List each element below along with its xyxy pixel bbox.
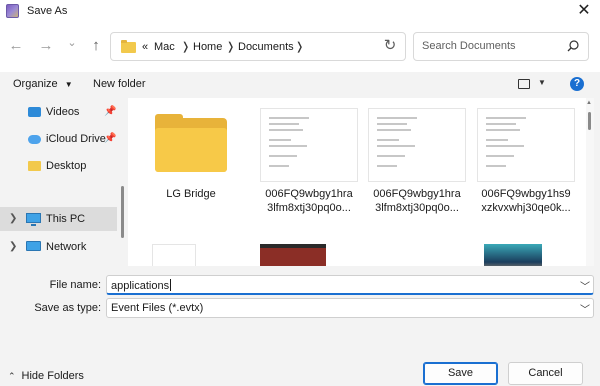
sidebar-item-label: Videos (46, 106, 80, 118)
computer-icon (26, 213, 41, 226)
navigation-pane: Videos 📌 iCloud Drive 📌 Desktop ❯ This P… (0, 98, 128, 266)
hide-folders-button[interactable]: ⌃ Hide Folders (8, 370, 84, 382)
search-input[interactable] (422, 40, 562, 52)
sidebar-item-network[interactable]: ❯ Network (0, 235, 117, 259)
chevron-up-icon: ⌃ (8, 371, 16, 381)
back-icon[interactable]: ← (6, 36, 26, 56)
sidebar-item-desktop[interactable]: Desktop (0, 154, 117, 178)
breadcrumb-home[interactable]: Home (193, 41, 222, 53)
save-as-type-value: Event Files (*.evtx) (111, 302, 204, 314)
breadcrumb-separator-icon[interactable]: ❭ (295, 40, 304, 53)
help-icon[interactable]: ? (570, 77, 584, 91)
scrollbar-thumb[interactable] (588, 112, 591, 130)
file-name: 006FQ9wbgy1hra 3lfm8xtj30pq0o... (373, 188, 461, 214)
dialog-footer: ⌃ Hide Folders Save Cancel (0, 320, 600, 386)
sidebar-item-label: iCloud Drive (46, 133, 106, 145)
breadcrumb-mac[interactable]: Mac (154, 41, 175, 53)
file-name-label: File name: (49, 279, 101, 291)
breadcrumb-overflow[interactable]: « (142, 41, 148, 53)
file-name-field[interactable]: applications ﹀ (106, 275, 594, 295)
view-options-icon[interactable] (518, 79, 530, 89)
chevron-down-icon[interactable]: ﹀ (580, 301, 590, 316)
breadcrumb-documents[interactable]: Documents (238, 41, 294, 53)
document-thumbnail (477, 108, 575, 182)
videos-icon (28, 107, 41, 117)
title-bar: Save As ✕ (0, 0, 600, 22)
file-name-value[interactable]: applications (111, 279, 172, 292)
document-thumbnail (260, 108, 358, 182)
refresh-icon[interactable]: ↻ (380, 36, 400, 56)
new-folder-button[interactable]: New folder (93, 78, 146, 90)
sidebar-item-icloud-drive[interactable]: iCloud Drive 📌 (0, 127, 117, 151)
document-thumbnail (368, 108, 466, 182)
recent-locations-icon[interactable]: ⌄ (62, 33, 82, 53)
save-form: File name: applications ﹀ Save as type: … (0, 266, 600, 320)
hide-folders-label: Hide Folders (21, 370, 84, 382)
save-as-type-label: Save as type: (34, 302, 101, 314)
save-button[interactable]: Save (423, 362, 498, 385)
cloud-icon (28, 135, 41, 144)
breadcrumb-separator-icon[interactable]: ❭ (181, 40, 190, 53)
pin-icon[interactable]: 📌 (104, 133, 116, 144)
search-box[interactable] (413, 32, 589, 61)
document-thumbnail[interactable] (152, 244, 196, 266)
chevron-down-icon: ▼ (64, 80, 73, 89)
network-icon (26, 241, 41, 251)
up-folder-icon[interactable]: ↑ (86, 36, 106, 56)
forward-icon[interactable]: → (36, 36, 56, 56)
image-thumbnail[interactable] (484, 244, 542, 266)
chevron-down-icon[interactable]: ﹀ (580, 278, 590, 293)
folder-icon (121, 40, 136, 53)
file-name: LG Bridge (166, 188, 216, 200)
expand-chevron-icon[interactable]: ❯ (9, 213, 17, 224)
file-name: 006FQ9wbgy1hra 3lfm8xtj30pq0o... (265, 188, 353, 214)
scroll-up-icon[interactable]: ▲ (586, 100, 592, 106)
organize-button[interactable]: Organize ▼ (13, 78, 73, 90)
sidebar-item-label: Desktop (46, 160, 87, 172)
cancel-button[interactable]: Cancel (508, 362, 583, 385)
navigation-bar: ← → ⌄ ↑ « Mac ❭ Home ❭ Documents ❭ ↻ (0, 22, 600, 72)
window-title: Save As (27, 5, 68, 17)
command-bar: Organize ▼ New folder (0, 72, 600, 98)
chevron-down-icon[interactable]: ▼ (538, 78, 546, 87)
address-bar[interactable]: « Mac ❭ Home ❭ Documents ❭ (110, 32, 406, 61)
save-as-type-select[interactable]: Event Files (*.evtx) ﹀ (106, 298, 594, 318)
sidebar-scrollbar[interactable] (121, 186, 124, 238)
close-icon[interactable]: ✕ (572, 1, 596, 21)
expand-chevron-icon[interactable]: ❯ (9, 241, 17, 252)
sidebar-item-label: This PC (46, 213, 86, 225)
organize-label: Organize (13, 78, 58, 90)
desktop-folder-icon (28, 161, 41, 171)
sidebar-item-this-pc[interactable]: ❯ This PC (0, 207, 117, 231)
pin-icon[interactable]: 📌 (104, 106, 116, 117)
sidebar-item-label: Network (46, 241, 87, 253)
folder-icon (155, 114, 227, 172)
breadcrumb-separator-icon[interactable]: ❭ (226, 40, 235, 53)
app-icon (6, 4, 19, 18)
file-list: LG Bridge 006FQ9wbgy1hra 3lfm8xtj30pq0o.… (128, 98, 590, 266)
search-icon[interactable] (566, 39, 580, 53)
sidebar-item-videos[interactable]: Videos 📌 (0, 100, 117, 124)
file-name: 006FQ9wbgy1hs9 xzkvxwhj30qe0k... (481, 188, 571, 214)
image-thumbnail[interactable] (260, 244, 326, 266)
